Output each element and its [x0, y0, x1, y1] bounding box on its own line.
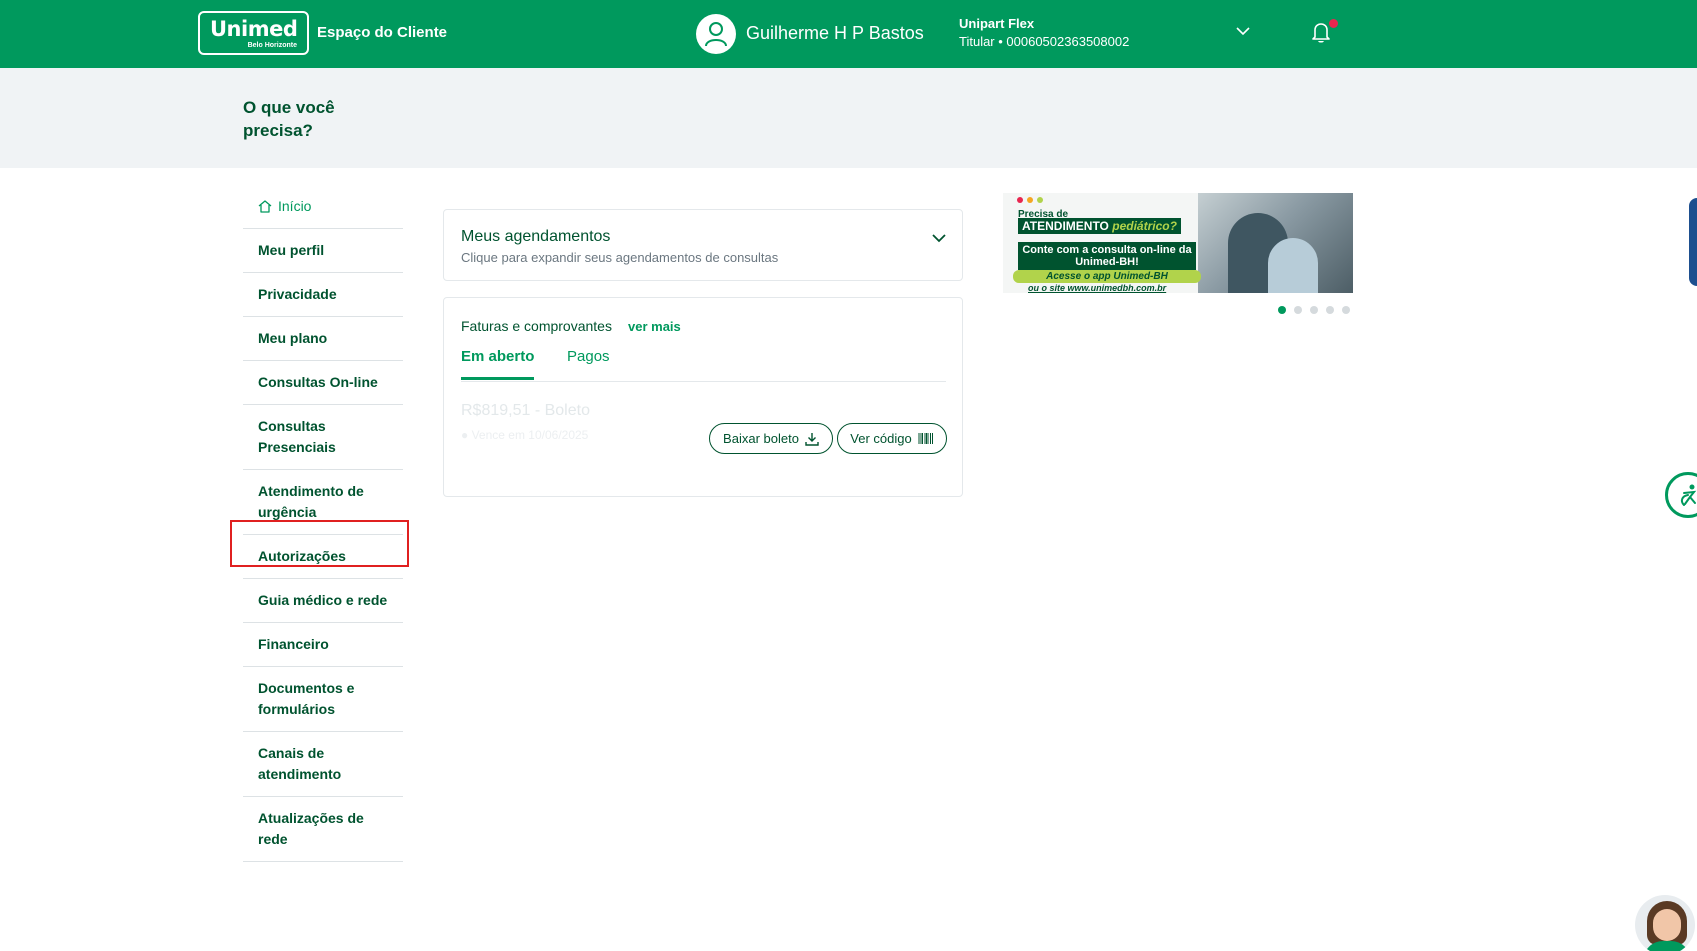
assistant-face	[1653, 909, 1681, 941]
home-icon	[258, 200, 272, 213]
sidebar-item-privacidade[interactable]: Privacidade	[243, 273, 403, 317]
sidebar-item-label: Atendimento de urgência	[258, 483, 364, 520]
highlight-box	[230, 520, 409, 567]
chevron-down-icon[interactable]	[1236, 27, 1250, 36]
sidebar-item-meu-perfil[interactable]: Meu perfil	[243, 229, 403, 273]
download-boleto-button[interactable]: Baixar boleto	[709, 423, 833, 454]
notification-badge	[1329, 19, 1338, 28]
logo-wordmark: Unimed	[210, 17, 298, 41]
sidebar-item-label: Financeiro	[258, 636, 329, 652]
sidebar-item-label: Meu plano	[258, 330, 328, 346]
sidebar-item-financeiro[interactable]: Financeiro	[243, 623, 403, 667]
agendamentos-subtitle: Clique para expandir seus agendamentos d…	[461, 250, 779, 265]
promo-banner[interactable]: Precisa de ATENDIMENTO pediátrico? Conte…	[1003, 193, 1353, 293]
sidebar-item-atualizacoes-rede[interactable]: Atualizações de rede	[243, 797, 403, 862]
logo-subtitle: Belo Horizonte	[247, 42, 297, 49]
carousel-dot[interactable]	[1278, 306, 1286, 314]
sidebar-item-guia-medico[interactable]: Guia médico e rede	[243, 579, 403, 623]
tab-em-aberto[interactable]: Em aberto	[461, 348, 535, 380]
question-heading: O que você precisa?	[243, 98, 335, 140]
portal-title: Espaço do Cliente	[317, 24, 448, 41]
sidebar-item-label: Início	[278, 198, 312, 214]
sidebar-item-label: Canais de atendimento	[258, 745, 342, 782]
banner-line3: Conte com a consulta on-line da Unimed-B…	[1018, 242, 1196, 270]
banner-line2-a: ATENDIMENTO	[1022, 219, 1109, 233]
plan-name: Unipart Flex	[959, 16, 1035, 31]
user-avatar-icon[interactable]	[696, 14, 736, 54]
sidebar-item-meu-plano[interactable]: Meu plano	[243, 317, 403, 361]
agendamentos-card[interactable]: Meus agendamentos Clique para expandir s…	[443, 209, 963, 281]
sidebar-item-label: Consultas Presenciais	[258, 418, 336, 455]
chevron-down-icon[interactable]	[932, 234, 946, 243]
ver-codigo-label: Ver código	[850, 431, 912, 446]
tab-divider	[461, 381, 946, 382]
bell-icon[interactable]	[1311, 21, 1331, 43]
banner-person-child	[1268, 238, 1318, 293]
sidebar-item-label: Meu perfil	[258, 242, 325, 258]
search-band: O que você precisa?	[0, 68, 1697, 168]
download-icon	[805, 432, 819, 446]
sidebar-item-consultas-online[interactable]: Consultas On-line	[243, 361, 403, 405]
download-boleto-label: Baixar boleto	[723, 431, 799, 446]
sidebar-item-label: Guia médico e rede	[258, 592, 388, 608]
agendamentos-title: Meus agendamentos	[461, 228, 611, 245]
carousel-dot[interactable]	[1342, 306, 1350, 314]
accessibility-button[interactable]	[1665, 472, 1697, 518]
banner-window-dots	[1017, 197, 1043, 203]
unimed-logo[interactable]: Unimed Belo Horizonte	[198, 11, 309, 55]
sidebar-item-label: Documentos e formulários	[258, 680, 355, 717]
carousel-dot[interactable]	[1326, 306, 1334, 314]
plan-id: Titular • 00060502363508002	[959, 34, 1130, 49]
top-header: Unimed Belo Horizonte Espaço do Cliente …	[0, 0, 1697, 68]
faturas-title: Faturas e comprovantes	[461, 318, 612, 334]
sidebar-item-consultas-presenciais[interactable]: Consultas Presenciais	[243, 405, 403, 470]
banner-line2-b: pediátrico?	[1112, 219, 1177, 233]
sidebar-item-inicio[interactable]: Início	[243, 185, 403, 229]
sidebar-item-label: Consultas On-line	[258, 374, 378, 390]
banner-photo	[1198, 193, 1353, 293]
ver-mais-link[interactable]: ver mais	[628, 319, 681, 334]
side-tab[interactable]	[1689, 198, 1697, 286]
banner-line5: ou o site www.unimedbh.com.br	[1028, 283, 1167, 293]
bill-due-date: ● Vence em 10/06/2025	[461, 428, 589, 442]
barcode-icon	[918, 433, 933, 444]
banner-line4: Acesse o app Unimed-BH	[1013, 270, 1201, 283]
sidebar-item-label: Atualizações de rede	[258, 810, 364, 847]
banner-carousel-dots	[1278, 306, 1350, 314]
virtual-assistant-avatar[interactable]	[1635, 895, 1695, 951]
carousel-dot[interactable]	[1310, 306, 1318, 314]
accessibility-icon	[1680, 484, 1697, 506]
bill-amount: R$819,51 - Boleto	[461, 402, 590, 419]
ver-codigo-button[interactable]: Ver código	[837, 423, 947, 454]
user-name: Guilherme H P Bastos	[746, 23, 924, 43]
carousel-dot[interactable]	[1294, 306, 1302, 314]
faturas-card: Faturas e comprovantes ver mais Em abert…	[443, 297, 963, 497]
sidebar-item-canais-atendimento[interactable]: Canais de atendimento	[243, 732, 403, 797]
banner-line2: ATENDIMENTO pediátrico?	[1018, 218, 1181, 234]
sidebar-item-documentos[interactable]: Documentos e formulários	[243, 667, 403, 732]
tab-pagos[interactable]: Pagos	[567, 348, 610, 377]
sidebar-item-label: Privacidade	[258, 286, 337, 302]
